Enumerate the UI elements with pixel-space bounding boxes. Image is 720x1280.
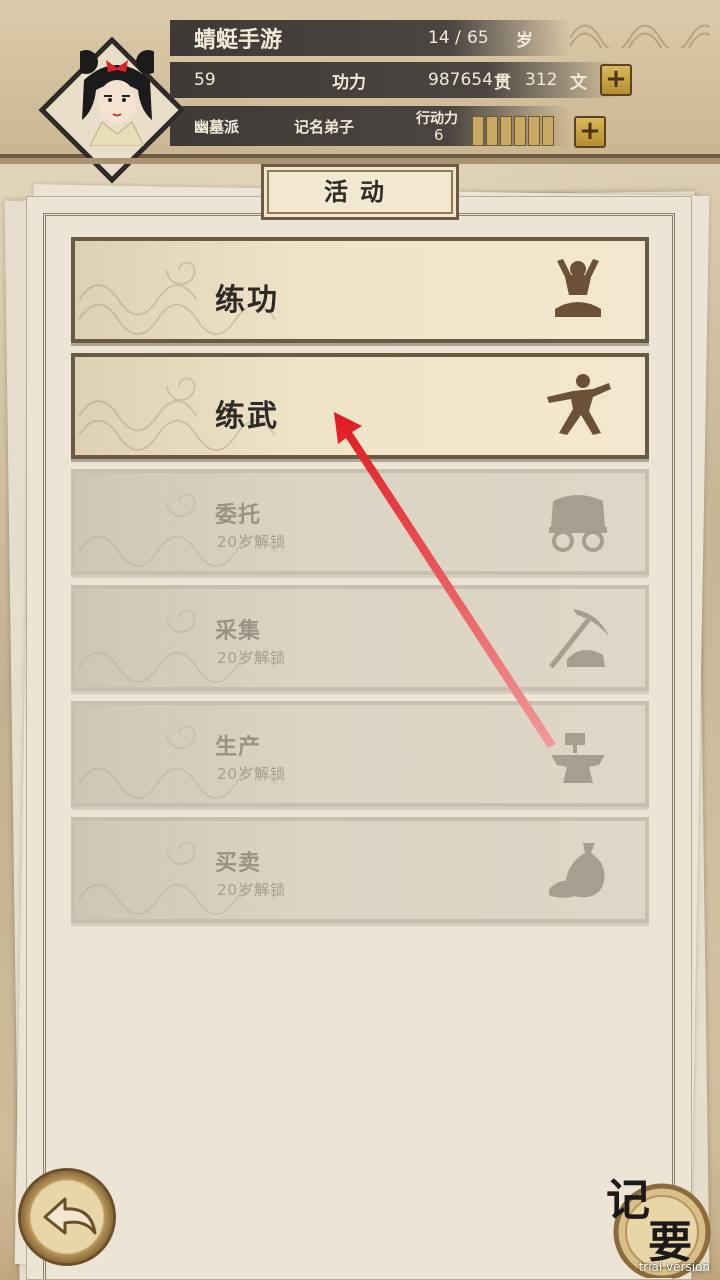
cloud-pattern-icon xyxy=(78,725,276,800)
avatar[interactable] xyxy=(38,36,186,184)
age-max: 65 xyxy=(467,28,489,48)
age-current: 14 xyxy=(428,28,450,48)
activity-label: 生产 xyxy=(215,734,262,760)
activity-maimai-button[interactable]: 买卖 20岁解锁 xyxy=(71,817,649,923)
cloud-pattern-icon xyxy=(78,493,276,568)
activity-shengchan-button[interactable]: 生产 20岁解锁 xyxy=(71,701,649,807)
age-unit: 岁 xyxy=(516,30,533,51)
activity-label: 练武 xyxy=(215,399,279,434)
money-wen-unit: 文 xyxy=(570,72,587,93)
meditation-icon xyxy=(555,259,601,317)
activity-weituo-button[interactable]: 委托 20岁解锁 xyxy=(71,469,649,575)
power-money-bar: 59 功力 987654 贯 312 文 xyxy=(170,62,620,98)
back-arrow-icon xyxy=(43,1197,97,1235)
age-separator: / xyxy=(455,28,461,48)
add-money-button[interactable]: + xyxy=(600,64,632,96)
unlock-hint: 20岁解锁 xyxy=(217,765,287,783)
rank-name: 记名弟子 xyxy=(294,117,355,136)
wagon-icon xyxy=(549,495,607,552)
action-slot xyxy=(500,116,512,146)
status-header: 蜻蜓手游 14 / 65 岁 59 功力 987654 贯 312 文 + 幽墓… xyxy=(0,0,720,184)
activity-caiji-button[interactable]: 采集 20岁解锁 xyxy=(71,585,649,691)
activity-lianggong-button[interactable]: 练功 xyxy=(71,237,649,343)
money-guan-value: 987654 xyxy=(428,70,493,90)
activity-label: 练功 xyxy=(215,283,279,318)
action-slot xyxy=(486,116,498,146)
action-power-label: 行动力 xyxy=(416,111,458,127)
wave-ornament-icon xyxy=(570,24,710,48)
panel-title: 活动 xyxy=(261,164,459,220)
action-slot xyxy=(542,116,554,146)
activity-label: 委托 xyxy=(215,502,262,528)
sect-name: 幽墓派 xyxy=(194,117,240,136)
action-slot xyxy=(514,116,526,146)
action-slot xyxy=(528,116,540,146)
action-power-slots xyxy=(472,116,554,146)
player-name: 蜻蜓手游 xyxy=(194,27,283,53)
unlock-hint: 20岁解锁 xyxy=(217,649,287,667)
money-guan-unit: 贯 xyxy=(494,72,511,93)
name-age-bar: 蜻蜓手游 14 / 65 岁 xyxy=(170,20,570,56)
gongli-value: 59 xyxy=(194,70,216,90)
martial-arts-icon xyxy=(547,374,611,435)
cloud-pattern-icon xyxy=(78,841,276,916)
back-button[interactable] xyxy=(18,1168,116,1266)
unlock-hint: 20岁解锁 xyxy=(217,881,287,899)
gongli-label: 功力 xyxy=(332,72,366,93)
anvil-icon xyxy=(551,733,605,783)
pickaxe-icon xyxy=(549,609,609,669)
action-power-value: 6 xyxy=(434,126,444,144)
activity-label: 采集 xyxy=(215,618,262,644)
memo-char-1: 记 xyxy=(606,1175,650,1226)
cloud-pattern-icon xyxy=(78,609,276,684)
activity-lianwu-button[interactable]: 练武 xyxy=(71,353,649,459)
trial-watermark: trial version xyxy=(638,1260,710,1274)
activity-label: 买卖 xyxy=(215,850,262,876)
unlock-hint: 20岁解锁 xyxy=(217,533,287,551)
memo-button[interactable]: 记 要 trial version xyxy=(602,1166,714,1278)
money-bag-icon xyxy=(549,843,605,898)
action-slot xyxy=(472,116,484,146)
money-wen-value: 312 xyxy=(525,70,558,90)
girl-portrait-icon xyxy=(80,50,154,146)
add-action-power-button[interactable]: + xyxy=(574,116,606,148)
